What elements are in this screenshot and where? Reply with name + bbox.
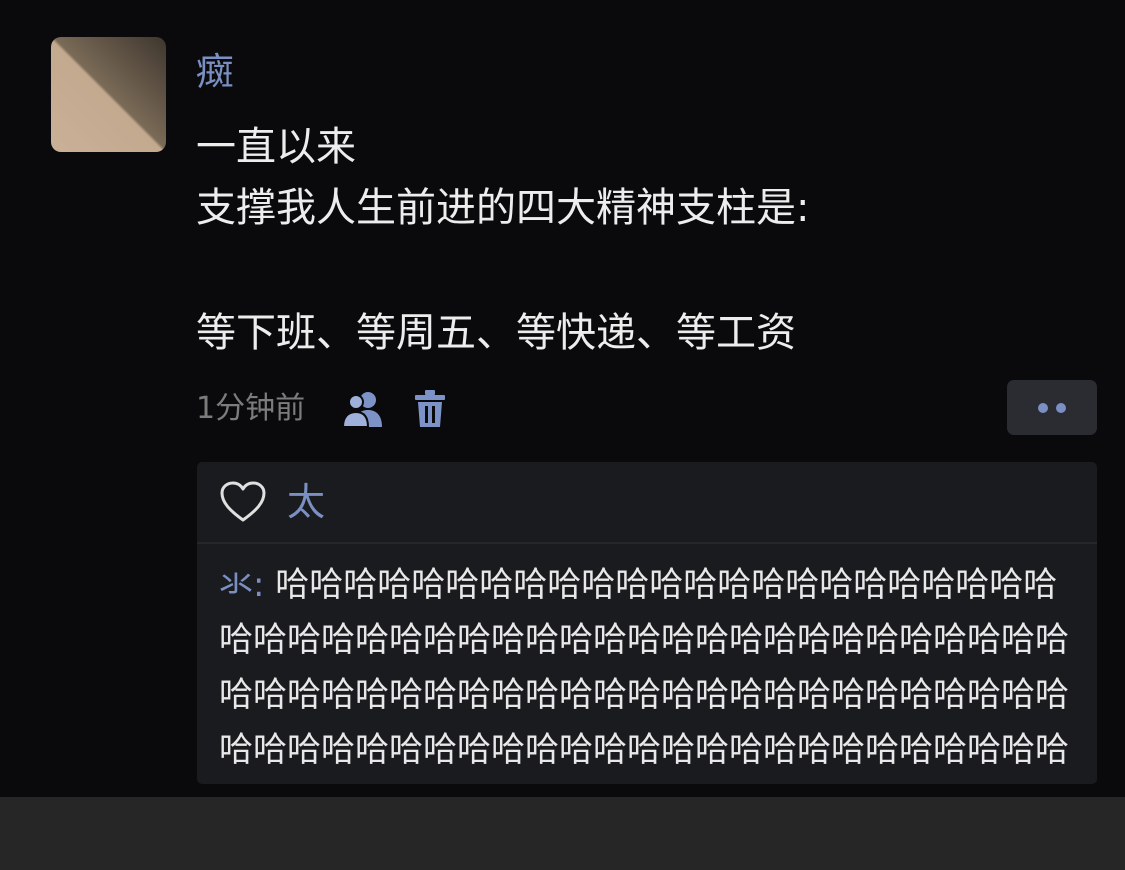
post-time: 1分钟前 (196, 391, 306, 426)
comment-separator: : (253, 565, 276, 605)
liker-name[interactable]: 太 (287, 476, 325, 528)
more-dots-icon (1056, 402, 1066, 413)
interaction-panel: 太 氺: 哈哈哈哈哈哈哈哈哈哈哈哈哈哈哈哈哈哈哈哈哈哈哈哈哈哈哈哈哈哈哈哈哈哈哈… (197, 462, 1097, 784)
commenter-name[interactable]: 氺 (219, 565, 253, 605)
likes-row: 太 (219, 476, 325, 528)
bottom-bar (0, 797, 1125, 870)
post-text-line: 支撑我人生前进的四大精神支柱是: (196, 185, 810, 231)
post-username[interactable]: 癍 (196, 50, 234, 94)
post-text: 一直以来 支撑我人生前进的四大精神支柱是: 等下班、等周五、等快递、等工资 (196, 117, 1076, 364)
comment-text: 哈哈哈哈哈哈哈哈哈哈哈哈哈哈哈哈哈哈哈哈哈哈哈哈哈哈哈哈哈哈哈哈哈哈哈哈哈哈哈哈… (219, 565, 1069, 770)
more-options-button[interactable] (1007, 380, 1097, 435)
post-text-line: 一直以来 (196, 124, 356, 170)
divider (197, 542, 1097, 544)
people-icon[interactable] (341, 389, 385, 429)
trash-icon[interactable] (413, 389, 447, 429)
post-meta: 1分钟前 (196, 387, 447, 431)
more-dots-icon (1038, 402, 1048, 413)
comment-item[interactable]: 氺: 哈哈哈哈哈哈哈哈哈哈哈哈哈哈哈哈哈哈哈哈哈哈哈哈哈哈哈哈哈哈哈哈哈哈哈哈哈… (219, 558, 1085, 784)
post-text-line: 等下班、等周五、等快递、等工资 (196, 310, 796, 356)
avatar[interactable] (51, 37, 166, 152)
moments-feed: 癍 一直以来 支撑我人生前进的四大精神支柱是: 等下班、等周五、等快递、等工资 … (0, 0, 1125, 797)
heart-icon (220, 481, 266, 522)
